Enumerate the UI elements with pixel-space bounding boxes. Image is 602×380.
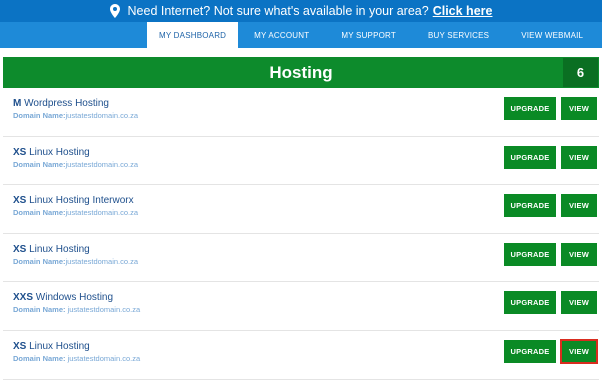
service-domain: Domain Name: justatestdomain.co.za bbox=[13, 305, 140, 314]
service-type: Linux Hosting bbox=[29, 146, 90, 158]
service-size: XS bbox=[13, 195, 27, 207]
service-type: Windows Hosting bbox=[35, 292, 114, 304]
hosting-section-header: Hosting 6 bbox=[3, 57, 599, 88]
service-row: XS Linux Hosting Domain Name:justatestdo… bbox=[3, 234, 599, 283]
hosting-service-list: M Wordpress Hosting Domain Name:justates… bbox=[3, 88, 599, 380]
service-name: M Wordpress Hosting bbox=[13, 98, 109, 109]
domain-value: justatestdomain.co.za bbox=[65, 159, 139, 169]
service-row: XS Linux Hosting Domain Name: justatestd… bbox=[3, 331, 599, 380]
view-button[interactable]: VIEW bbox=[561, 145, 597, 169]
domain-label: Domain Name: bbox=[13, 305, 66, 315]
section-title: Hosting bbox=[269, 62, 333, 82]
service-size: XS bbox=[13, 243, 27, 255]
service-domain: Domain Name: justatestdomain.co.za bbox=[13, 354, 140, 363]
domain-value: justatestdomain.co.za bbox=[65, 111, 139, 120]
service-domain: Domain Name:justatestdomain.co.za bbox=[13, 257, 138, 266]
service-domain: Domain Name:justatestdomain.co.za bbox=[13, 111, 138, 120]
domain-label: Domain Name: bbox=[13, 353, 66, 363]
service-name: XS Linux Hosting Interworx bbox=[13, 195, 134, 206]
upgrade-button[interactable]: UPGRADE bbox=[504, 145, 556, 169]
domain-label: Domain Name: bbox=[13, 208, 66, 218]
map-pin-icon bbox=[109, 4, 120, 18]
promo-banner: Need Internet? Not sure what's available… bbox=[0, 0, 602, 22]
service-row: XS Linux Hosting Interworx Domain Name:j… bbox=[3, 185, 599, 234]
view-button[interactable]: VIEW bbox=[560, 338, 598, 364]
service-type: Linux Hosting Interworx bbox=[29, 195, 134, 207]
service-domain: Domain Name:justatestdomain.co.za bbox=[13, 208, 138, 217]
service-row: M Wordpress Hosting Domain Name:justates… bbox=[3, 88, 599, 137]
service-name: XS Linux Hosting bbox=[13, 341, 90, 352]
main-nav: MY DASHBOARD MY ACCOUNT MY SUPPORT BUY S… bbox=[0, 22, 602, 48]
service-size: XXS bbox=[13, 292, 34, 304]
upgrade-button[interactable]: UPGRADE bbox=[504, 242, 556, 266]
service-name: XXS Windows Hosting bbox=[13, 292, 113, 303]
service-row: XXS Windows Hosting Domain Name: justate… bbox=[3, 282, 599, 331]
upgrade-button[interactable]: UPGRADE bbox=[504, 194, 556, 218]
upgrade-button[interactable]: UPGRADE bbox=[504, 339, 556, 363]
promo-link[interactable]: Click here bbox=[433, 4, 493, 18]
upgrade-button[interactable]: UPGRADE bbox=[504, 97, 556, 120]
promo-message: Need Internet? Not sure what's available… bbox=[127, 4, 429, 18]
view-button[interactable]: VIEW bbox=[561, 291, 597, 315]
service-size: XS bbox=[13, 146, 27, 158]
nav-view-webmail[interactable]: VIEW WEBMAIL bbox=[505, 22, 599, 48]
service-count-badge: 6 bbox=[563, 58, 598, 87]
domain-value: justatestdomain.co.za bbox=[65, 256, 139, 266]
service-name: XS Linux Hosting bbox=[13, 244, 90, 255]
domain-value: justatestdomain.co.za bbox=[65, 353, 141, 363]
domain-value: justatestdomain.co.za bbox=[65, 305, 141, 315]
service-type: Linux Hosting bbox=[29, 243, 90, 255]
service-type: Linux Hosting bbox=[29, 340, 90, 352]
service-domain: Domain Name:justatestdomain.co.za bbox=[13, 160, 138, 169]
view-button[interactable]: VIEW bbox=[561, 194, 597, 218]
domain-label: Domain Name: bbox=[13, 256, 66, 266]
service-name: XS Linux Hosting bbox=[13, 147, 90, 158]
view-button[interactable]: VIEW bbox=[561, 97, 597, 120]
service-size: XS bbox=[13, 340, 27, 352]
nav-my-account[interactable]: MY ACCOUNT bbox=[238, 22, 325, 48]
domain-label: Domain Name: bbox=[13, 111, 66, 120]
service-type: Wordpress Hosting bbox=[24, 98, 109, 109]
domain-label: Domain Name: bbox=[13, 159, 66, 169]
nav-buy-services[interactable]: BUY SERVICES bbox=[412, 22, 505, 48]
nav-my-support[interactable]: MY SUPPORT bbox=[325, 22, 412, 48]
service-size: M bbox=[13, 98, 22, 109]
upgrade-button[interactable]: UPGRADE bbox=[504, 291, 556, 315]
nav-my-dashboard[interactable]: MY DASHBOARD bbox=[147, 22, 239, 48]
view-button[interactable]: VIEW bbox=[561, 242, 597, 266]
domain-value: justatestdomain.co.za bbox=[65, 208, 139, 218]
service-row: XS Linux Hosting Domain Name:justatestdo… bbox=[3, 137, 599, 186]
